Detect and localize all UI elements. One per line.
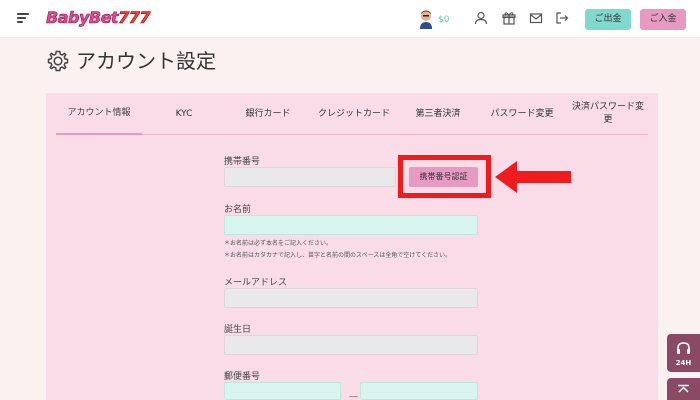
name-input[interactable] [224, 215, 478, 235]
tab-account-info[interactable]: アカウント情報 [56, 93, 142, 135]
headset-icon [677, 342, 690, 354]
logo-number: 777 [118, 8, 151, 28]
postal-code-input-1[interactable] [224, 382, 341, 400]
highlight-box [398, 155, 491, 198]
logo-text: BabyBet [46, 8, 119, 28]
birthday-input[interactable] [224, 335, 478, 355]
postal-separator: — [349, 392, 358, 400]
gear-icon [47, 50, 69, 72]
menu-icon[interactable] [17, 13, 29, 23]
balance-amount: $0 [438, 15, 450, 25]
email-label: メールアドレス [224, 278, 288, 288]
support-label: 24H [675, 359, 692, 367]
tab-payment-password-change[interactable]: 決済パスワード変更 [568, 93, 648, 135]
name-note-2: ＊お名前はカタカナで記入し、苗字と名前の間のスペースは全角で空けてください。 [224, 252, 452, 259]
tab-third-party-payment[interactable]: 第三者決済 [396, 93, 480, 135]
settings-tabs: アカウント情報 KYC 銀行カード クレジットカード 第三者決済 パスワード変更… [56, 93, 648, 135]
phone-label: 携帯番号 [224, 157, 261, 167]
tab-kyc[interactable]: KYC [142, 93, 226, 135]
tab-bank-card[interactable]: 銀行カード [226, 93, 310, 135]
red-arrow-icon [495, 161, 571, 193]
avatar-icon[interactable] [418, 9, 434, 29]
gift-icon[interactable] [502, 11, 516, 25]
mail-icon[interactable] [529, 11, 543, 25]
birthday-label: 誕生日 [224, 325, 252, 335]
support-button[interactable]: 24H [667, 334, 700, 372]
logout-icon[interactable] [555, 11, 569, 25]
name-note-1: ＊お名前は必ず本名をご記入ください。 [224, 240, 333, 247]
top-header: BabyBet777 $0 ご出金 ご入金 [0, 0, 700, 38]
arrow-up-icon [678, 384, 689, 393]
user-icon[interactable] [474, 11, 488, 25]
email-input[interactable] [224, 288, 478, 308]
postal-code-label: 郵便番号 [224, 372, 261, 382]
scroll-top-button[interactable] [667, 378, 700, 400]
site-logo[interactable]: BabyBet777 [46, 8, 151, 30]
tab-password-change[interactable]: パスワード変更 [480, 93, 564, 135]
deposit-button[interactable]: ご入金 [640, 9, 686, 30]
name-label: お名前 [224, 205, 252, 215]
phone-input[interactable] [224, 167, 396, 187]
withdraw-button[interactable]: ご出金 [585, 9, 631, 30]
postal-code-input-2[interactable] [360, 382, 478, 400]
page-title: アカウント設定 [76, 49, 216, 73]
tab-credit-card[interactable]: クレジットカード [318, 93, 390, 135]
